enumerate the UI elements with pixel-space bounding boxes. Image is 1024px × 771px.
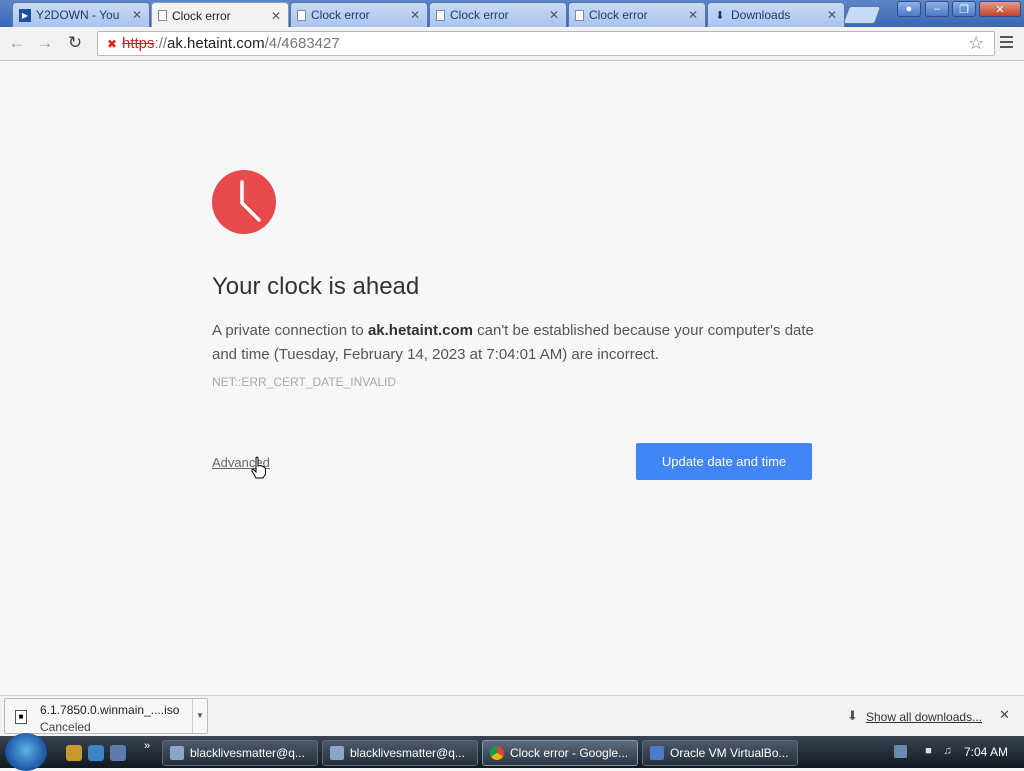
url-scheme: https <box>122 35 155 52</box>
taskbar-button-label: Oracle VM VirtualBo... <box>670 746 789 760</box>
user-icon[interactable]: ● <box>897 1 921 17</box>
message-prefix: A private connection to <box>212 322 368 339</box>
address-bar[interactable]: ✖ https :// ak.hetaint.com /4/4683427 <box>97 31 995 56</box>
show-desktop-icon[interactable] <box>110 745 126 761</box>
browser-toolbar: ← → ↻ ✖ https :// ak.hetaint.com /4/4683… <box>0 27 1024 61</box>
more-chevron-icon[interactable]: » <box>144 740 150 752</box>
tab-clock-error[interactable]: Clock error ✕ <box>568 2 706 27</box>
close-tab-icon[interactable]: ✕ <box>131 8 143 22</box>
taskbar-button-chrome[interactable]: Clock error - Google... <box>482 740 638 766</box>
update-date-time-button[interactable]: Update date and time <box>636 443 812 480</box>
page-icon <box>158 10 167 21</box>
clock-icon <box>212 170 276 234</box>
tab-label: Downloads <box>731 8 791 22</box>
tab-label: Clock error <box>172 8 231 23</box>
download-shelf: ■ 6.1.7850.0.winmain_....iso Canceled ▼ … <box>0 695 1024 736</box>
remote-desktop-icon <box>330 746 344 760</box>
back-arrow-icon[interactable]: ← <box>5 32 29 54</box>
download-icon: ⬇ <box>715 9 725 22</box>
reload-icon[interactable]: ↻ <box>63 32 87 54</box>
page-icon <box>575 9 584 21</box>
error-message: A private connection to ak.hetaint.com c… <box>212 319 822 367</box>
tab-y2down[interactable]: ▶ Y2DOWN - You ✕ <box>12 2 150 27</box>
tab-clock-error[interactable]: Clock error ✕ <box>429 2 567 27</box>
download-item[interactable]: ■ 6.1.7850.0.winmain_....iso Canceled ▼ <box>4 698 208 734</box>
url-separator: :// <box>154 35 168 52</box>
remote-desktop-icon <box>170 746 184 760</box>
tab-label: Clock error <box>450 8 509 22</box>
windows-taskbar: » blacklivesmatter@q... blacklivesmatter… <box>0 733 1024 771</box>
tab-clock-error-active[interactable]: Clock error ✕ <box>151 2 289 28</box>
page-icon <box>297 9 306 21</box>
close-tab-icon[interactable]: ✕ <box>826 8 838 22</box>
start-button[interactable] <box>5 733 47 771</box>
new-tab-button[interactable] <box>842 6 882 24</box>
download-status: Canceled <box>40 720 91 734</box>
download-filename: 6.1.7850.0.winmain_....iso <box>40 703 180 717</box>
taskbar-button-label: blacklivesmatter@q... <box>190 746 305 760</box>
insecure-lock-icon[interactable]: ✖ <box>104 36 120 52</box>
tab-clock-error[interactable]: Clock error ✕ <box>290 2 428 27</box>
chrome-icon <box>490 746 504 760</box>
taskbar-button[interactable]: blacklivesmatter@q... <box>322 740 478 766</box>
url-path: /4/4683427 <box>264 35 340 52</box>
tray-icon[interactable] <box>894 745 907 758</box>
hand-cursor-icon <box>251 456 266 479</box>
quicklaunch-icon[interactable] <box>66 745 82 761</box>
minimize-button[interactable]: – <box>925 1 949 17</box>
network-icon[interactable]: ■ <box>922 745 935 758</box>
close-shelf-icon[interactable]: ✕ <box>999 707 1010 723</box>
close-window-button[interactable]: ✕ <box>979 1 1021 17</box>
taskbar-button-label: Clock error - Google... <box>510 746 629 760</box>
menu-icon[interactable] <box>1000 36 1013 51</box>
y2down-favicon-icon: ▶ <box>19 8 31 22</box>
taskbar-button[interactable]: Oracle VM VirtualBo... <box>642 740 798 766</box>
taskbar-clock[interactable]: 7:04 AM <box>964 745 1008 759</box>
restore-button[interactable]: ❐ <box>952 1 976 17</box>
virtualbox-icon <box>650 746 664 760</box>
message-host: ak.hetaint.com <box>367 322 473 339</box>
taskbar-button[interactable]: blacklivesmatter@q... <box>162 740 318 766</box>
url-host: ak.hetaint.com <box>167 35 265 52</box>
forward-arrow-icon[interactable]: → <box>33 32 57 54</box>
close-tab-icon[interactable]: ✕ <box>270 9 282 23</box>
show-all-downloads-link[interactable]: Show all downloads... <box>866 710 982 724</box>
download-menu-chevron-icon[interactable]: ▼ <box>192 699 207 733</box>
tab-downloads[interactable]: ⬇ Downloads ✕ <box>707 2 845 27</box>
tab-label: Clock error <box>311 8 370 22</box>
close-tab-icon[interactable]: ✕ <box>409 8 421 22</box>
taskbar-button-label: blacklivesmatter@q... <box>350 746 465 760</box>
page-icon <box>436 9 445 21</box>
error-code: NET::ERR_CERT_DATE_INVALID <box>212 375 397 389</box>
quicklaunch-icon[interactable] <box>88 745 104 761</box>
file-icon: ■ <box>15 710 27 724</box>
tab-label: Y2DOWN - You <box>36 8 120 22</box>
tab-label: Clock error <box>589 8 648 22</box>
close-tab-icon[interactable]: ✕ <box>687 8 699 22</box>
tab-strip: ▶ Y2DOWN - You ✕ Clock error ✕ Clock err… <box>0 0 1024 28</box>
volume-icon[interactable]: ♫ <box>941 745 954 758</box>
close-tab-icon[interactable]: ✕ <box>548 8 560 22</box>
page-title: Your clock is ahead <box>212 273 420 300</box>
download-icon: ⬇ <box>847 708 858 723</box>
bookmark-star-icon[interactable]: ☆ <box>968 33 984 54</box>
